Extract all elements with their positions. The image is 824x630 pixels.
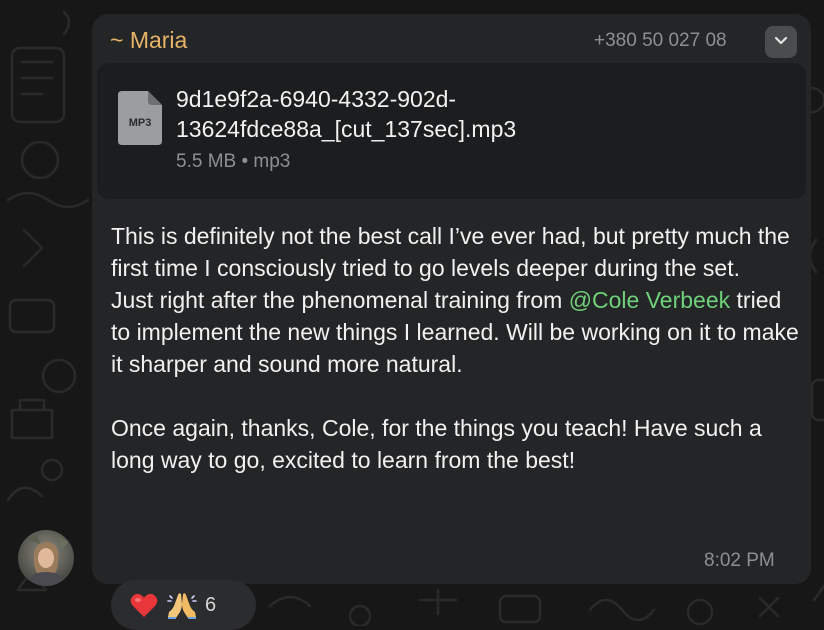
message-paragraph: Once again, thanks, Cole, for the things… [111, 415, 762, 473]
message-timestamp: 8:02 PM [704, 550, 775, 571]
message-paragraph: This is definitely not the best call I’v… [111, 223, 790, 281]
message-text: This is definitely not the best call I’v… [111, 220, 801, 476]
message-menu-button[interactable] [765, 26, 797, 58]
chevron-down-icon [773, 32, 789, 53]
reactions-bar[interactable]: 6 [111, 580, 256, 630]
message-paragraph: Just right after the phenomenal training… [111, 284, 801, 380]
message-text-segment: Just right after the phenomenal training… [111, 287, 569, 313]
sender-name[interactable]: ~ Maria [110, 27, 187, 54]
avatar[interactable] [18, 530, 74, 586]
mention-link[interactable]: @Cole Verbeek [569, 287, 730, 313]
file-mp3-icon[interactable]: MP3 [118, 91, 162, 145]
reaction-count: 6 [205, 593, 217, 616]
sender-phone: +380 50 027 08 [594, 30, 727, 51]
folded-hands-icon[interactable] [163, 586, 201, 624]
red-heart-icon[interactable] [125, 586, 163, 624]
file-name[interactable]: 9d1e9f2a-6940-4332-902d-13624fdce88a_[cu… [176, 84, 786, 144]
file-meta: 5.5 MB • mp3 [176, 151, 291, 172]
file-type-badge: MP3 [128, 117, 152, 129]
